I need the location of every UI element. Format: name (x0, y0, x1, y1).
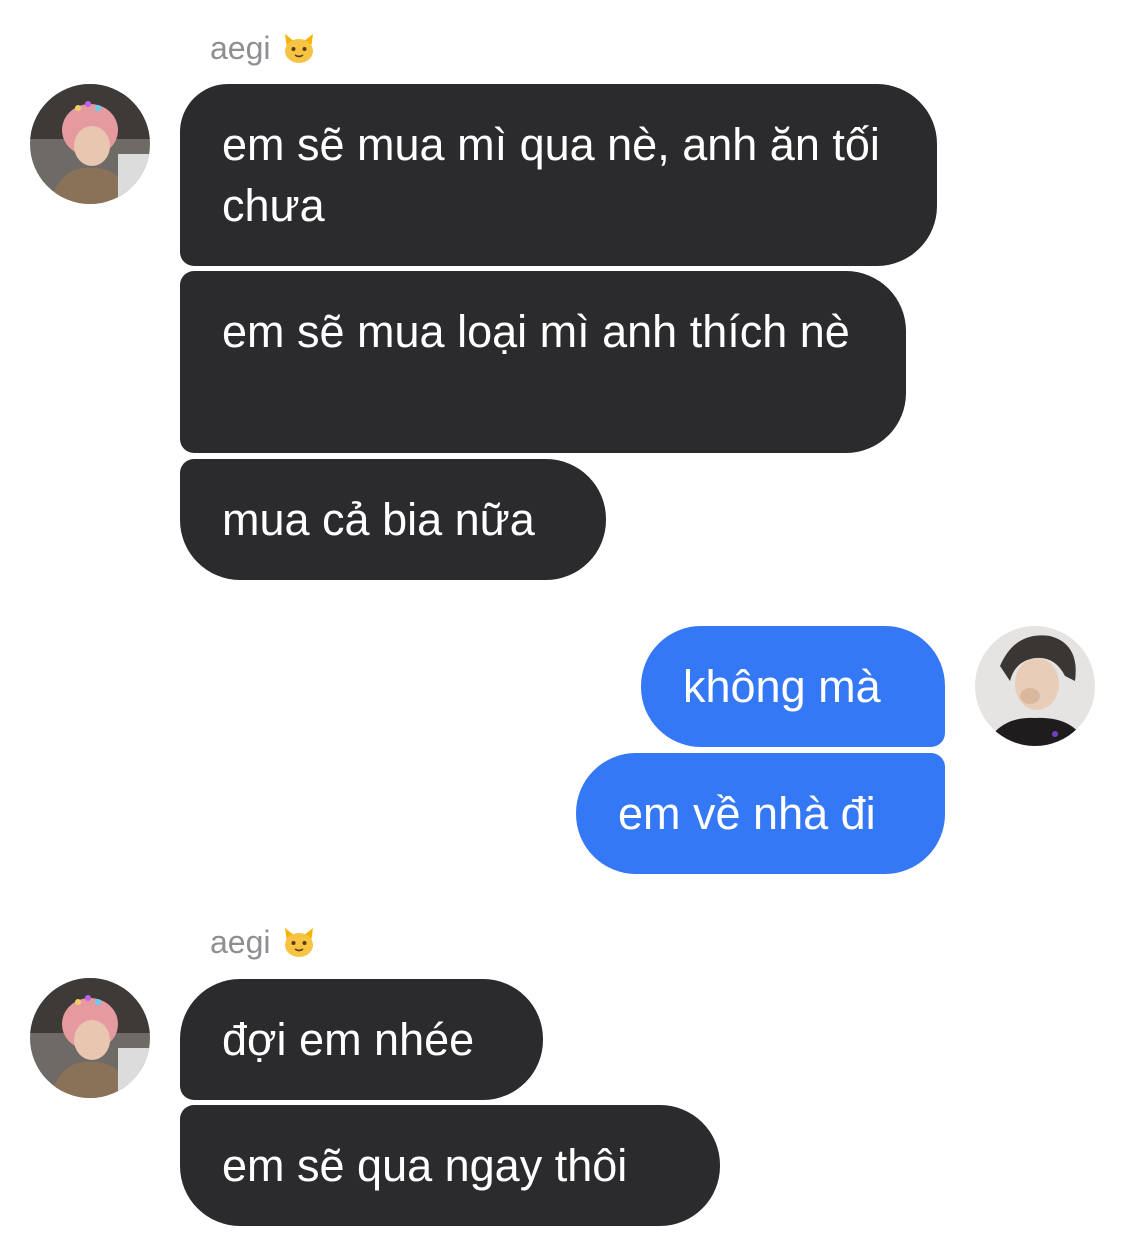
message-bubble[interactable]: đợi em nhée (180, 979, 543, 1100)
avatar-image (30, 84, 150, 204)
avatar-aegi[interactable] (30, 84, 150, 204)
avatar-image (30, 978, 150, 1098)
message-text: không mà (683, 661, 881, 712)
message-text: mua cả bia nữa (222, 494, 535, 545)
message-bubble[interactable]: em sẽ qua ngay thôi (180, 1105, 720, 1226)
message-text: em về nhà đi (618, 788, 876, 839)
avatar-image (975, 626, 1095, 746)
message-text: em sẽ mua mì qua nè, anh ăn tối chưa (222, 119, 880, 231)
sender-name-header: aegi (210, 28, 317, 68)
sender-name-header: aegi (210, 922, 317, 962)
cat-face-icon (284, 34, 313, 63)
message-bubble[interactable]: mua cả bia nữa (180, 459, 606, 580)
sender-name: aegi (210, 924, 271, 960)
message-bubble[interactable]: em sẽ mua mì qua nè, anh ăn tối chưa (180, 84, 937, 266)
avatar-aegi[interactable] (30, 978, 150, 1098)
message-bubble-outgoing[interactable]: không mà (641, 626, 945, 747)
message-text: đợi em nhée (222, 1014, 475, 1065)
cat-face-icon (284, 928, 313, 957)
message-text: em sẽ qua ngay thôi (222, 1140, 628, 1191)
message-bubble[interactable]: em sẽ mua loại mì anh thích nè (180, 271, 906, 453)
avatar-me[interactable] (975, 626, 1095, 746)
sender-name: aegi (210, 30, 271, 66)
message-text: em sẽ mua loại mì anh thích nè (222, 306, 850, 357)
message-bubble-outgoing[interactable]: em về nhà đi (576, 753, 945, 874)
